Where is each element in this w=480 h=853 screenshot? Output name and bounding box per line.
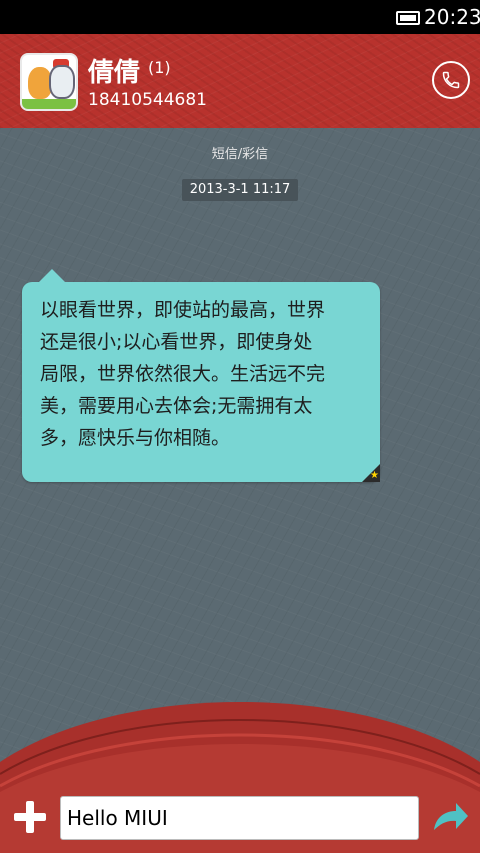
message-bubble[interactable]: 以眼看世界，即使站的最高，世界 还是很小;以心看世界，即使身处 局限，世界依然很… xyxy=(22,269,380,482)
status-bar: 20:23 xyxy=(0,0,480,34)
star-icon: ★ xyxy=(370,470,379,481)
conversation-header: 倩倩 (1) 18410544681 xyxy=(0,34,480,128)
status-time: 20:23 xyxy=(424,5,480,29)
avatar-character-right xyxy=(49,65,75,99)
message-timestamp: 2013-3-1 11:17 xyxy=(182,179,298,201)
call-button[interactable] xyxy=(432,61,470,99)
message-line: 以眼看世界，即使站的最高，世界 xyxy=(40,299,326,321)
message-line: 局限，世界依然很大。生活远不完 xyxy=(40,363,326,385)
phone-icon xyxy=(442,71,460,89)
add-attachment-button[interactable] xyxy=(10,797,50,837)
battery-icon xyxy=(396,11,420,25)
message-line: 美，需要用心去体会;无需拥有太 xyxy=(40,395,313,417)
plus-icon xyxy=(14,801,46,833)
contact-name: 倩倩 xyxy=(88,58,141,88)
contact-avatar[interactable] xyxy=(20,53,78,111)
message-line: 多，愿快乐与你相随。 xyxy=(40,427,231,449)
unread-count: (1) xyxy=(148,58,171,77)
star-badge: ★ xyxy=(362,464,380,482)
bubble-tail xyxy=(38,269,66,283)
contact-phone-number: 18410544681 xyxy=(88,90,207,110)
message-line: 还是很小;以心看世界，即使身处 xyxy=(40,331,313,353)
send-arrow-icon xyxy=(434,803,468,830)
avatar-grass xyxy=(22,99,76,109)
message-compose-input[interactable] xyxy=(60,796,419,840)
message-type-label: 短信/彩信 xyxy=(211,147,269,162)
message-text: 以眼看世界，即使站的最高，世界 还是很小;以心看世界，即使身处 局限，世界依然很… xyxy=(40,294,362,454)
send-button[interactable] xyxy=(432,800,470,834)
